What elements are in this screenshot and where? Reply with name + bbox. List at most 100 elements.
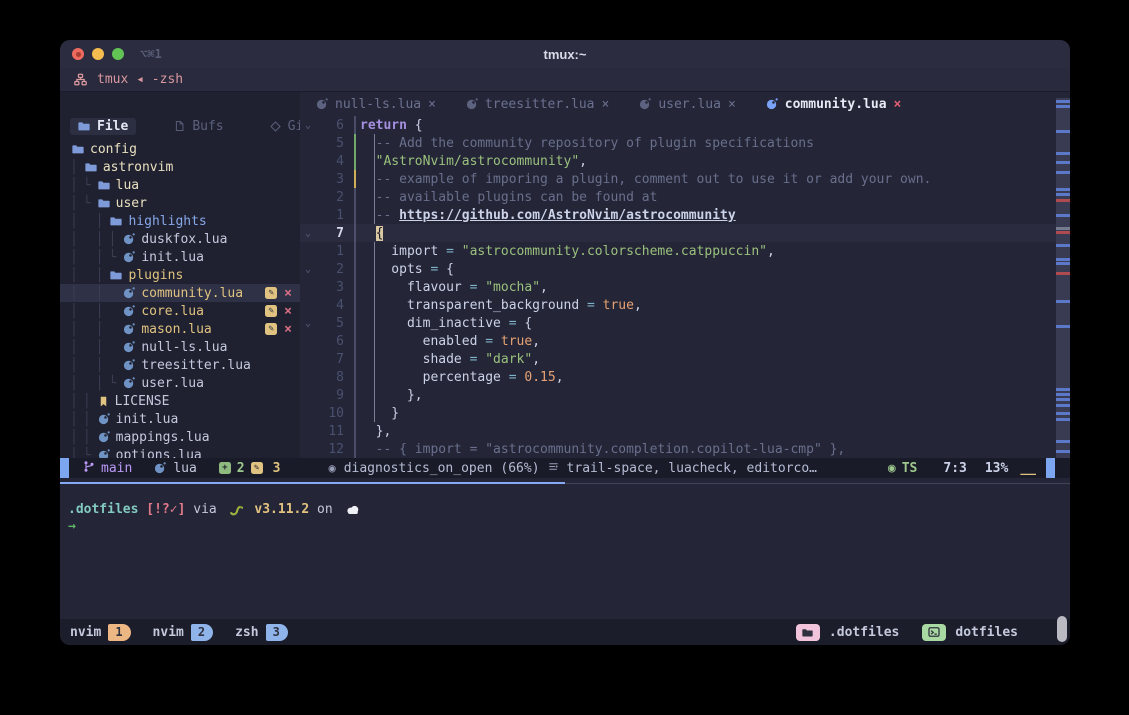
tree-item-user[interactable]: │└user — [60, 194, 300, 212]
tree-item-treesitter.lua[interactable]: │ │ treesitter.lua — [60, 356, 300, 374]
tmux-window-2[interactable]: nvim2 — [153, 624, 214, 641]
terminal-scrollbar-thumb[interactable] — [1057, 616, 1067, 642]
fold-icon[interactable]: ⌄ — [300, 120, 316, 131]
code-token: 0.15 — [524, 370, 555, 385]
code-line[interactable]: 7 shade = "dark", — [300, 350, 1070, 368]
minimize-button[interactable] — [92, 48, 104, 60]
code-line[interactable]: ⌄7 { — [300, 224, 1070, 242]
code-line[interactable]: 6 enabled = true, — [300, 332, 1070, 350]
diamond-icon — [270, 121, 281, 132]
code-token: -- { import = "astrocommunity.completion… — [360, 442, 845, 457]
code-line[interactable]: 11 }, — [300, 422, 1070, 440]
code-line[interactable]: 3 flavour = "mocha", — [300, 278, 1070, 296]
line-number: 1 — [316, 208, 344, 223]
tree-item-lua[interactable]: │└lua — [60, 176, 300, 194]
fold-icon[interactable]: ⌄ — [300, 318, 316, 329]
buffer-close-icon[interactable]: × — [728, 97, 736, 112]
tree-item-init.lua[interactable]: ││init.lua — [60, 410, 300, 428]
scrollbar-mark — [1056, 300, 1070, 303]
code-token: = — [470, 352, 486, 367]
tree-item-null-ls.lua[interactable]: │ │ null-ls.lua — [60, 338, 300, 356]
tmux-pane-border[interactable] — [60, 478, 1070, 488]
code-line[interactable]: 5 -- Add the community repository of plu… — [300, 134, 1070, 152]
tree-item-community.lua[interactable]: │ │ community.lua✎× — [60, 284, 300, 302]
tree-item-plugins[interactable]: │ │plugins — [60, 266, 300, 284]
code-token: -- example of imporing a plugin, comment… — [360, 172, 931, 187]
shell-pane[interactable]: .dotfiles [!?✓] via v3.11.2 on — [60, 488, 1070, 619]
code-line[interactable]: 2 -- available plugins can be found at — [300, 188, 1070, 206]
code-line[interactable]: 9 }, — [300, 386, 1070, 404]
unsaved-close-icon[interactable]: × — [284, 304, 292, 319]
buffer-tab-user.lua[interactable]: user.lua× — [639, 97, 735, 112]
code-line[interactable]: 10 } — [300, 404, 1070, 422]
tree-item-options.lua[interactable]: │└options.lua — [60, 446, 300, 458]
code-line[interactable]: ⌄6return { — [300, 116, 1070, 134]
git-change-counts[interactable]: + 2 ✎ 3 — [219, 461, 281, 476]
code-line[interactable]: 3 -- example of imporing a plugin, comme… — [300, 170, 1070, 188]
tree-guide: │ │ — [70, 358, 121, 373]
code-text: -- https://github.com/AstroNvim/astrocom… — [356, 208, 736, 223]
code-token: -- — [360, 208, 399, 223]
code-line[interactable]: 1 import = "astrocommunity.colorscheme.c… — [300, 242, 1070, 260]
git-branch[interactable]: main — [83, 460, 132, 477]
code-line[interactable]: ⌄2 opts = { — [300, 260, 1070, 278]
close-button[interactable] — [72, 48, 84, 60]
code-token: { — [415, 118, 423, 133]
tree-item-mappings.lua[interactable]: ││mappings.lua — [60, 428, 300, 446]
tree-item-user.lua[interactable]: │ │└user.lua — [60, 374, 300, 392]
unsaved-close-icon[interactable]: × — [284, 322, 292, 337]
code-text: transparent_background = true, — [356, 298, 642, 313]
tree-item-LICENSE[interactable]: ││LICENSE — [60, 392, 300, 410]
git-added-icon: + — [219, 462, 231, 474]
tree-item-config[interactable]: config — [60, 140, 300, 158]
buffer-close-icon[interactable]: × — [602, 97, 610, 112]
code-line[interactable]: 1 -- https://github.com/AstroNvim/astroc… — [300, 206, 1070, 224]
line-number: 5 — [316, 136, 344, 151]
shell-input-line[interactable]: → — [68, 519, 1070, 538]
code-token: enabled — [360, 334, 485, 349]
editor-scrollbar-marks[interactable] — [1056, 98, 1070, 458]
terminal-tab-bar[interactable]: tmux ◂ -zsh — [60, 68, 1070, 92]
fold-icon[interactable]: ⌄ — [300, 264, 316, 275]
line-number: 3 — [316, 280, 344, 295]
code-token: https://github.com/AstroNvim/astrocommun… — [399, 208, 736, 223]
tree-item-init.lua[interactable]: │ │└init.lua — [60, 248, 300, 266]
lsp-segment[interactable]: ◉ diagnostics_on_open (66%) trail-space,… — [328, 461, 817, 476]
line-number: 4 — [316, 154, 344, 169]
tree-item-duskfox.lua[interactable]: │ ││duskfox.lua — [60, 230, 300, 248]
tree-item-highlights[interactable]: │ │highlights — [60, 212, 300, 230]
tmux-window-3[interactable]: zsh3 — [235, 624, 288, 641]
neotree-tab-file[interactable]: File — [70, 118, 136, 135]
tree-item-mason.lua[interactable]: │ │ mason.lua✎× — [60, 320, 300, 338]
scrollbar-mark — [1056, 227, 1070, 230]
code-line[interactable]: 8 percentage = 0.15, — [300, 368, 1070, 386]
buffer-tab-community.lua[interactable]: community.lua× — [766, 97, 902, 112]
unsaved-close-icon[interactable]: × — [284, 286, 292, 301]
buffer-tab-treesitter.lua[interactable]: treesitter.lua× — [466, 97, 609, 112]
tmux-window-1[interactable]: nvim1 — [70, 624, 131, 641]
window-shortcut: ⌥⌘1 — [140, 47, 162, 61]
tree-item-core.lua[interactable]: │ │ core.lua✎× — [60, 302, 300, 320]
zoom-button[interactable] — [112, 48, 124, 60]
terminal-icon — [922, 624, 946, 641]
buffer-close-icon[interactable]: × — [428, 97, 436, 112]
neotree-tab-bufs[interactable]: Bufs — [166, 118, 231, 135]
fold-icon[interactable]: ⌄ — [300, 228, 316, 239]
code-token: "astrocommunity.colorscheme.catppuccin" — [462, 244, 767, 259]
tree-item-astronvim[interactable]: │astronvim — [60, 158, 300, 176]
code-line[interactable]: 12 -- { import = "astrocommunity.complet… — [300, 440, 1070, 458]
buffer-close-icon[interactable]: × — [894, 97, 902, 112]
code-line[interactable]: ⌄5 dim_inactive = { — [300, 314, 1070, 332]
code-line[interactable]: 4 "AstroNvim/astrocommunity", — [300, 152, 1070, 170]
prompt-git-status: [!?✓] — [138, 502, 185, 517]
treesitter-segment: ◉ TS — [888, 461, 917, 476]
neotree-tab-git[interactable]: Git — [262, 118, 300, 135]
code-token — [360, 226, 376, 241]
code-buffer[interactable]: ⌄6return {5 -- Add the community reposit… — [300, 116, 1070, 458]
code-line[interactable]: 4 transparent_background = true, — [300, 296, 1070, 314]
code-token: import — [360, 244, 446, 259]
code-token: "AstroNvim/astrocommunity" — [376, 154, 580, 169]
scrollbar-mark — [1056, 188, 1070, 191]
scrollbar-mark — [1056, 244, 1070, 247]
buffer-tab-null-ls.lua[interactable]: null-ls.lua× — [316, 97, 436, 112]
